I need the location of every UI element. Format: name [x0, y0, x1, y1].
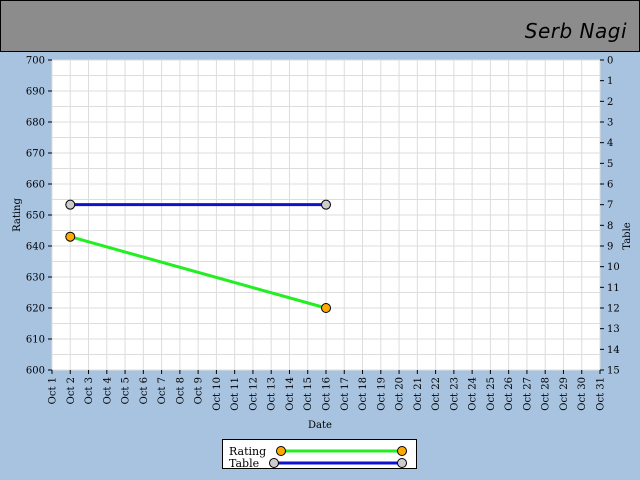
y2-tick-label: 3	[607, 118, 613, 129]
x-tick-label: Oct 3	[84, 377, 95, 404]
legend-marker-table-start	[269, 458, 279, 468]
x-tick-label: Oct 10	[212, 377, 223, 411]
x-tick-label: Oct 18	[358, 377, 369, 411]
y-axis-ticks: 600 610 620 630 640 650 660 670 680 690 700	[26, 56, 52, 377]
x-tick-label: Oct 1	[48, 377, 59, 404]
y2-tick-label: 15	[607, 366, 620, 377]
data-point-rating	[321, 303, 331, 313]
x-tick-label: Oct 15	[303, 377, 314, 411]
data-point-rating	[65, 231, 76, 242]
legend-marker-rating-start	[276, 446, 286, 456]
x-axis-ticks: Oct 1 Oct 2 Oct 3 Oct 4 Oct 5 Oct 6 Oct 7 Oct 8…	[48, 370, 607, 411]
x-tick-label: Oct 4	[102, 377, 113, 404]
legend: Rating Table	[222, 439, 417, 470]
x-tick-label: Oct 6	[139, 377, 150, 404]
grid	[51, 59, 601, 371]
y-tick-label: 640	[26, 242, 45, 253]
legend-marker-table-end	[397, 458, 407, 468]
y2-tick-label: 7	[607, 200, 613, 211]
y-tick-label: 680	[26, 118, 45, 129]
x-tick-label: Oct 25	[486, 377, 497, 411]
x-tick-label: Oct 17	[340, 377, 351, 411]
y-tick-label: 630	[26, 273, 45, 284]
y2-tick-label: 0	[607, 56, 613, 67]
x-tick-label: Oct 16	[322, 377, 333, 411]
y2-axis-ticks: 0123456789101112131415	[600, 56, 620, 377]
x-tick-label: Oct 31	[596, 377, 607, 411]
x-tick-label: Oct 20	[395, 377, 406, 411]
y2-tick-label: 4	[607, 138, 613, 149]
rating-chart: 600610620630640650660670680690700 012345…	[12, 56, 633, 432]
x-tick-label: Oct 7	[157, 377, 168, 404]
y2-tick-label: 10	[607, 262, 620, 273]
y-tick-label: 670	[26, 149, 45, 160]
x-tick-label: Oct 5	[121, 377, 132, 404]
y2-tick-label: 11	[607, 283, 620, 294]
y-axis-label: Rating	[12, 198, 23, 232]
y-tick-label: 700	[26, 56, 45, 67]
y-tick-label: 660	[26, 180, 45, 191]
x-tick-label: Oct 27	[522, 377, 533, 411]
y2-tick-label: 2	[607, 97, 613, 108]
x-tick-label: Oct 8	[175, 377, 186, 404]
x-tick-label: Oct 12	[248, 377, 259, 411]
x-tick-label: Oct 23	[449, 377, 460, 411]
x-axis-label: Date	[308, 420, 332, 431]
y2-tick-label: 5	[607, 159, 613, 170]
y2-tick-label: 1	[607, 76, 613, 87]
x-tick-label: Oct 21	[413, 377, 424, 411]
x-tick-label: Oct 14	[285, 377, 296, 411]
x-tick-label: Oct 26	[504, 377, 515, 411]
header-bar: Serb Nagi	[0, 0, 640, 52]
x-tick-label: Oct 22	[431, 377, 442, 411]
y-tick-label: 600	[26, 366, 45, 377]
x-tick-label: Oct 24	[468, 377, 479, 411]
y2-tick-label: 6	[607, 180, 613, 191]
y2-tick-label: 9	[607, 242, 613, 253]
y-tick-label: 620	[26, 304, 45, 315]
x-tick-label: Oct 9	[194, 377, 205, 404]
y2-tick-label: 12	[607, 304, 620, 315]
y-tick-label: 610	[26, 335, 45, 346]
legend-marker-rating-end	[397, 446, 407, 456]
data-point-table	[65, 199, 76, 210]
x-tick-label: Oct 11	[230, 377, 241, 411]
y2-tick-label: 14	[607, 345, 620, 356]
x-tick-label: Oct 30	[577, 377, 588, 411]
x-tick-label: Oct 19	[376, 377, 387, 411]
player-name: Serb Nagi	[524, 19, 627, 43]
legend-label-table: Table	[229, 457, 259, 470]
y2-tick-label: 8	[607, 221, 613, 232]
x-tick-label: Oct 2	[66, 377, 77, 404]
y-tick-label: 650	[26, 211, 45, 222]
y2-tick-label: 13	[607, 324, 620, 335]
x-tick-label: Oct 29	[559, 377, 570, 411]
y-tick-label: 690	[26, 87, 45, 98]
x-tick-label: Oct 28	[541, 377, 552, 411]
x-tick-label: Oct 13	[267, 377, 278, 411]
data-point-table	[321, 199, 331, 210]
y2-axis-label: Table	[622, 222, 633, 249]
